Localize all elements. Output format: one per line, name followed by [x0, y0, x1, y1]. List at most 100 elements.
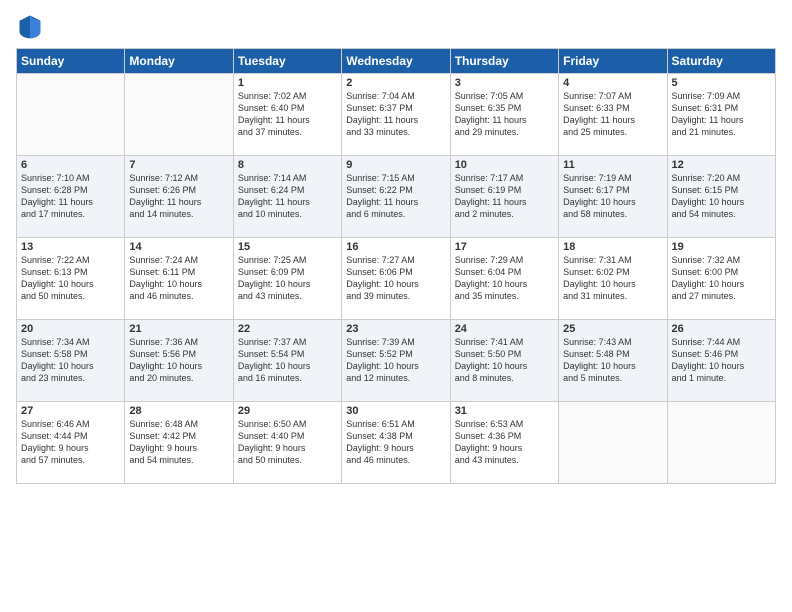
calendar-day-cell: 9Sunrise: 7:15 AM Sunset: 6:22 PM Daylig… — [342, 156, 450, 238]
calendar-day-cell: 21Sunrise: 7:36 AM Sunset: 5:56 PM Dayli… — [125, 320, 233, 402]
day-info: Sunrise: 7:22 AM Sunset: 6:13 PM Dayligh… — [21, 254, 120, 303]
day-number: 25 — [563, 323, 662, 335]
calendar-day-cell: 3Sunrise: 7:05 AM Sunset: 6:35 PM Daylig… — [450, 74, 558, 156]
calendar-day-cell: 10Sunrise: 7:17 AM Sunset: 6:19 PM Dayli… — [450, 156, 558, 238]
day-info: Sunrise: 6:51 AM Sunset: 4:38 PM Dayligh… — [346, 418, 445, 467]
day-info: Sunrise: 7:09 AM Sunset: 6:31 PM Dayligh… — [672, 90, 771, 139]
day-info: Sunrise: 7:39 AM Sunset: 5:52 PM Dayligh… — [346, 336, 445, 385]
day-info: Sunrise: 7:37 AM Sunset: 5:54 PM Dayligh… — [238, 336, 337, 385]
col-thursday: Thursday — [450, 49, 558, 74]
calendar-day-cell: 1Sunrise: 7:02 AM Sunset: 6:40 PM Daylig… — [233, 74, 341, 156]
calendar-day-cell: 17Sunrise: 7:29 AM Sunset: 6:04 PM Dayli… — [450, 238, 558, 320]
day-number: 31 — [455, 405, 554, 417]
day-number: 2 — [346, 77, 445, 89]
day-info: Sunrise: 7:20 AM Sunset: 6:15 PM Dayligh… — [672, 172, 771, 221]
day-number: 21 — [129, 323, 228, 335]
calendar-table: Sunday Monday Tuesday Wednesday Thursday… — [16, 48, 776, 484]
day-number: 28 — [129, 405, 228, 417]
day-number: 17 — [455, 241, 554, 253]
calendar-day-cell: 5Sunrise: 7:09 AM Sunset: 6:31 PM Daylig… — [667, 74, 775, 156]
calendar-day-cell: 26Sunrise: 7:44 AM Sunset: 5:46 PM Dayli… — [667, 320, 775, 402]
calendar-day-cell — [17, 74, 125, 156]
col-tuesday: Tuesday — [233, 49, 341, 74]
day-info: Sunrise: 6:50 AM Sunset: 4:40 PM Dayligh… — [238, 418, 337, 467]
calendar-day-cell: 29Sunrise: 6:50 AM Sunset: 4:40 PM Dayli… — [233, 402, 341, 484]
day-number: 30 — [346, 405, 445, 417]
day-number: 26 — [672, 323, 771, 335]
day-info: Sunrise: 7:19 AM Sunset: 6:17 PM Dayligh… — [563, 172, 662, 221]
calendar-day-cell: 4Sunrise: 7:07 AM Sunset: 6:33 PM Daylig… — [559, 74, 667, 156]
day-info: Sunrise: 7:29 AM Sunset: 6:04 PM Dayligh… — [455, 254, 554, 303]
day-number: 6 — [21, 159, 120, 171]
logo — [16, 12, 48, 40]
day-number: 15 — [238, 241, 337, 253]
day-number: 11 — [563, 159, 662, 171]
calendar-day-cell: 7Sunrise: 7:12 AM Sunset: 6:26 PM Daylig… — [125, 156, 233, 238]
day-info: Sunrise: 7:41 AM Sunset: 5:50 PM Dayligh… — [455, 336, 554, 385]
calendar-week-row: 1Sunrise: 7:02 AM Sunset: 6:40 PM Daylig… — [17, 74, 776, 156]
day-number: 1 — [238, 77, 337, 89]
day-number: 12 — [672, 159, 771, 171]
calendar-day-cell: 14Sunrise: 7:24 AM Sunset: 6:11 PM Dayli… — [125, 238, 233, 320]
day-info: Sunrise: 7:12 AM Sunset: 6:26 PM Dayligh… — [129, 172, 228, 221]
day-info: Sunrise: 7:15 AM Sunset: 6:22 PM Dayligh… — [346, 172, 445, 221]
day-number: 10 — [455, 159, 554, 171]
day-number: 5 — [672, 77, 771, 89]
day-info: Sunrise: 7:10 AM Sunset: 6:28 PM Dayligh… — [21, 172, 120, 221]
day-info: Sunrise: 7:27 AM Sunset: 6:06 PM Dayligh… — [346, 254, 445, 303]
day-number: 19 — [672, 241, 771, 253]
day-number: 3 — [455, 77, 554, 89]
day-info: Sunrise: 7:14 AM Sunset: 6:24 PM Dayligh… — [238, 172, 337, 221]
calendar-week-row: 13Sunrise: 7:22 AM Sunset: 6:13 PM Dayli… — [17, 238, 776, 320]
calendar-day-cell — [667, 402, 775, 484]
calendar-day-cell: 11Sunrise: 7:19 AM Sunset: 6:17 PM Dayli… — [559, 156, 667, 238]
day-number: 8 — [238, 159, 337, 171]
day-number: 4 — [563, 77, 662, 89]
calendar-day-cell — [559, 402, 667, 484]
day-info: Sunrise: 7:43 AM Sunset: 5:48 PM Dayligh… — [563, 336, 662, 385]
page-header — [16, 12, 776, 40]
calendar-week-row: 20Sunrise: 7:34 AM Sunset: 5:58 PM Dayli… — [17, 320, 776, 402]
col-wednesday: Wednesday — [342, 49, 450, 74]
day-number: 27 — [21, 405, 120, 417]
calendar-day-cell — [125, 74, 233, 156]
calendar-day-cell: 24Sunrise: 7:41 AM Sunset: 5:50 PM Dayli… — [450, 320, 558, 402]
day-number: 13 — [21, 241, 120, 253]
day-info: Sunrise: 7:24 AM Sunset: 6:11 PM Dayligh… — [129, 254, 228, 303]
calendar-day-cell: 28Sunrise: 6:48 AM Sunset: 4:42 PM Dayli… — [125, 402, 233, 484]
calendar-day-cell: 15Sunrise: 7:25 AM Sunset: 6:09 PM Dayli… — [233, 238, 341, 320]
calendar-day-cell: 25Sunrise: 7:43 AM Sunset: 5:48 PM Dayli… — [559, 320, 667, 402]
calendar-day-cell: 31Sunrise: 6:53 AM Sunset: 4:36 PM Dayli… — [450, 402, 558, 484]
day-info: Sunrise: 7:36 AM Sunset: 5:56 PM Dayligh… — [129, 336, 228, 385]
day-info: Sunrise: 7:31 AM Sunset: 6:02 PM Dayligh… — [563, 254, 662, 303]
logo-icon — [16, 12, 44, 40]
col-friday: Friday — [559, 49, 667, 74]
calendar-week-row: 6Sunrise: 7:10 AM Sunset: 6:28 PM Daylig… — [17, 156, 776, 238]
day-info: Sunrise: 7:05 AM Sunset: 6:35 PM Dayligh… — [455, 90, 554, 139]
col-monday: Monday — [125, 49, 233, 74]
day-number: 14 — [129, 241, 228, 253]
calendar-day-cell: 19Sunrise: 7:32 AM Sunset: 6:00 PM Dayli… — [667, 238, 775, 320]
calendar-day-cell: 23Sunrise: 7:39 AM Sunset: 5:52 PM Dayli… — [342, 320, 450, 402]
day-info: Sunrise: 7:34 AM Sunset: 5:58 PM Dayligh… — [21, 336, 120, 385]
day-number: 29 — [238, 405, 337, 417]
calendar-header-row: Sunday Monday Tuesday Wednesday Thursday… — [17, 49, 776, 74]
calendar-day-cell: 12Sunrise: 7:20 AM Sunset: 6:15 PM Dayli… — [667, 156, 775, 238]
day-info: Sunrise: 6:53 AM Sunset: 4:36 PM Dayligh… — [455, 418, 554, 467]
day-number: 18 — [563, 241, 662, 253]
col-saturday: Saturday — [667, 49, 775, 74]
day-info: Sunrise: 7:25 AM Sunset: 6:09 PM Dayligh… — [238, 254, 337, 303]
calendar-day-cell: 27Sunrise: 6:46 AM Sunset: 4:44 PM Dayli… — [17, 402, 125, 484]
calendar-day-cell: 18Sunrise: 7:31 AM Sunset: 6:02 PM Dayli… — [559, 238, 667, 320]
day-number: 22 — [238, 323, 337, 335]
day-number: 23 — [346, 323, 445, 335]
day-info: Sunrise: 6:48 AM Sunset: 4:42 PM Dayligh… — [129, 418, 228, 467]
calendar-week-row: 27Sunrise: 6:46 AM Sunset: 4:44 PM Dayli… — [17, 402, 776, 484]
day-number: 20 — [21, 323, 120, 335]
day-number: 24 — [455, 323, 554, 335]
calendar-day-cell: 30Sunrise: 6:51 AM Sunset: 4:38 PM Dayli… — [342, 402, 450, 484]
calendar-day-cell: 6Sunrise: 7:10 AM Sunset: 6:28 PM Daylig… — [17, 156, 125, 238]
day-number: 7 — [129, 159, 228, 171]
calendar-day-cell: 13Sunrise: 7:22 AM Sunset: 6:13 PM Dayli… — [17, 238, 125, 320]
day-info: Sunrise: 6:46 AM Sunset: 4:44 PM Dayligh… — [21, 418, 120, 467]
